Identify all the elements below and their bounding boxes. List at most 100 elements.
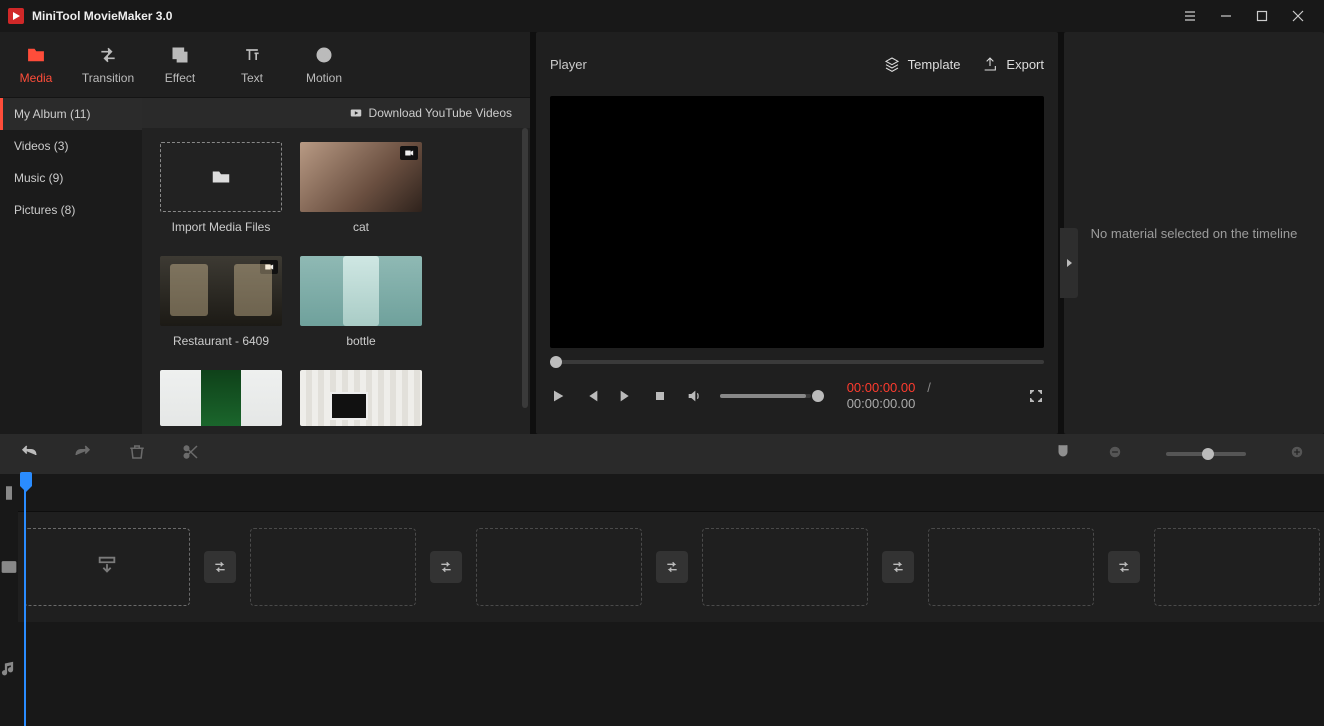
tab-media[interactable]: Media [0,32,72,97]
undo-button[interactable] [20,443,38,466]
export-label: Export [1006,57,1044,72]
video-track[interactable] [18,512,1324,622]
redo-button[interactable] [74,443,92,466]
import-media-thumb[interactable] [160,142,282,212]
media-item-restaurant[interactable]: Restaurant - 6409 [160,256,282,368]
sidebar-item-pictures[interactable]: Pictures (8) [0,194,142,226]
timeline-slot[interactable] [24,528,190,606]
drop-hint-icon [96,554,118,581]
media-sidebar: My Album (11) Videos (3) Music (9) Pictu… [0,98,142,434]
tab-label: Effect [165,71,195,85]
stop-button[interactable] [652,388,668,404]
player-scrubber[interactable] [550,360,1044,364]
sidebar-item-my-album[interactable]: My Album (11) [0,98,142,130]
trash-icon [128,443,146,461]
hamburger-menu-icon[interactable] [1172,0,1208,32]
timeline-slot[interactable] [928,528,1094,606]
media-item-label: cat [300,220,422,234]
tab-label: Text [241,71,263,85]
player-title: Player [550,57,587,72]
split-button[interactable] [182,443,200,466]
tab-label: Media [20,71,53,85]
maximize-button[interactable] [1244,0,1280,32]
timeline-ruler[interactable] [18,474,1324,512]
media-thumb[interactable] [160,256,282,326]
audio-track-icon [0,622,18,716]
timeline-toolbar [0,434,1324,474]
inspector-empty-message: No material selected on the timeline [1064,32,1324,434]
close-button[interactable] [1280,0,1316,32]
tab-label: Motion [306,71,342,85]
titlebar: MiniTool MovieMaker 3.0 [0,0,1324,32]
next-frame-button[interactable] [618,388,634,404]
prev-frame-button[interactable] [584,388,600,404]
zoom-in-button[interactable] [1290,445,1304,464]
timeline-body[interactable] [18,474,1324,726]
export-button[interactable]: Export [982,56,1044,72]
audio-track[interactable] [18,622,1324,716]
export-icon [982,56,998,72]
delete-button[interactable] [128,443,146,466]
playhead[interactable] [24,474,26,726]
media-panel: Media Transition Effect Text Motion My A… [0,32,530,434]
play-icon [550,388,566,404]
undo-icon [20,443,38,461]
tab-effect[interactable]: Effect [144,32,216,97]
player-preview [550,96,1044,348]
template-button[interactable]: Template [884,56,961,72]
fullscreen-button[interactable] [1028,388,1044,404]
transition-slot[interactable] [1108,551,1140,583]
inspector-collapse-toggle[interactable] [1060,228,1078,298]
sidebar-item-label: My Album (11) [14,107,90,121]
media-thumb[interactable] [300,370,422,426]
media-item-bottle[interactable]: bottle [300,256,422,368]
tab-text[interactable]: Text [216,32,288,97]
media-thumb[interactable] [300,256,422,326]
minimize-button[interactable] [1208,0,1244,32]
sidebar-item-label: Music (9) [14,171,63,185]
transition-slot[interactable] [656,551,688,583]
video-badge-icon [260,260,278,274]
timeline-slot[interactable] [476,528,642,606]
download-youtube-link[interactable]: Download YouTube Videos [142,98,530,128]
module-tabs: Media Transition Effect Text Motion [0,32,530,98]
timeline-slot[interactable] [250,528,416,606]
media-item-cat[interactable]: cat [300,142,422,254]
volume-slider[interactable] [720,394,811,398]
volume-knob[interactable] [812,390,824,402]
timeline-marker-track-icon [0,474,18,512]
timeline [0,474,1324,726]
redo-icon [74,443,92,461]
scrubber-knob[interactable] [550,356,562,368]
timeline-slot[interactable] [1154,528,1320,606]
tab-motion[interactable]: Motion [288,32,360,97]
media-item-partial-1[interactable] [160,370,282,434]
chevron-right-icon [1064,258,1074,268]
player-panel: Player Template Export 00:00:00.00 / [536,32,1058,434]
sidebar-item-music[interactable]: Music (9) [0,162,142,194]
media-item-partial-2[interactable] [300,370,422,434]
zoom-knob[interactable] [1202,448,1214,460]
volume-icon [686,388,702,404]
media-thumb[interactable] [160,370,282,426]
play-button[interactable] [550,388,566,404]
media-item-label: bottle [300,334,422,348]
transition-slot[interactable] [204,551,236,583]
import-media-label: Import Media Files [160,220,282,234]
sidebar-item-videos[interactable]: Videos (3) [0,130,142,162]
volume-button[interactable] [686,388,702,404]
scissors-icon [182,443,200,461]
zoom-slider[interactable] [1166,452,1246,456]
timeline-snap-button[interactable] [1054,443,1072,466]
time-current: 00:00:00.00 [847,380,916,395]
media-thumb[interactable] [300,142,422,212]
zoom-out-button[interactable] [1108,445,1122,464]
transition-slot[interactable] [430,551,462,583]
tab-transition[interactable]: Transition [72,32,144,97]
transition-slot[interactable] [882,551,914,583]
timeline-slot[interactable] [702,528,868,606]
swap-icon [212,559,228,575]
plus-circle-icon [1290,445,1304,459]
app-title: MiniTool MovieMaker 3.0 [32,9,172,23]
import-media-cell[interactable]: Import Media Files [160,142,282,254]
